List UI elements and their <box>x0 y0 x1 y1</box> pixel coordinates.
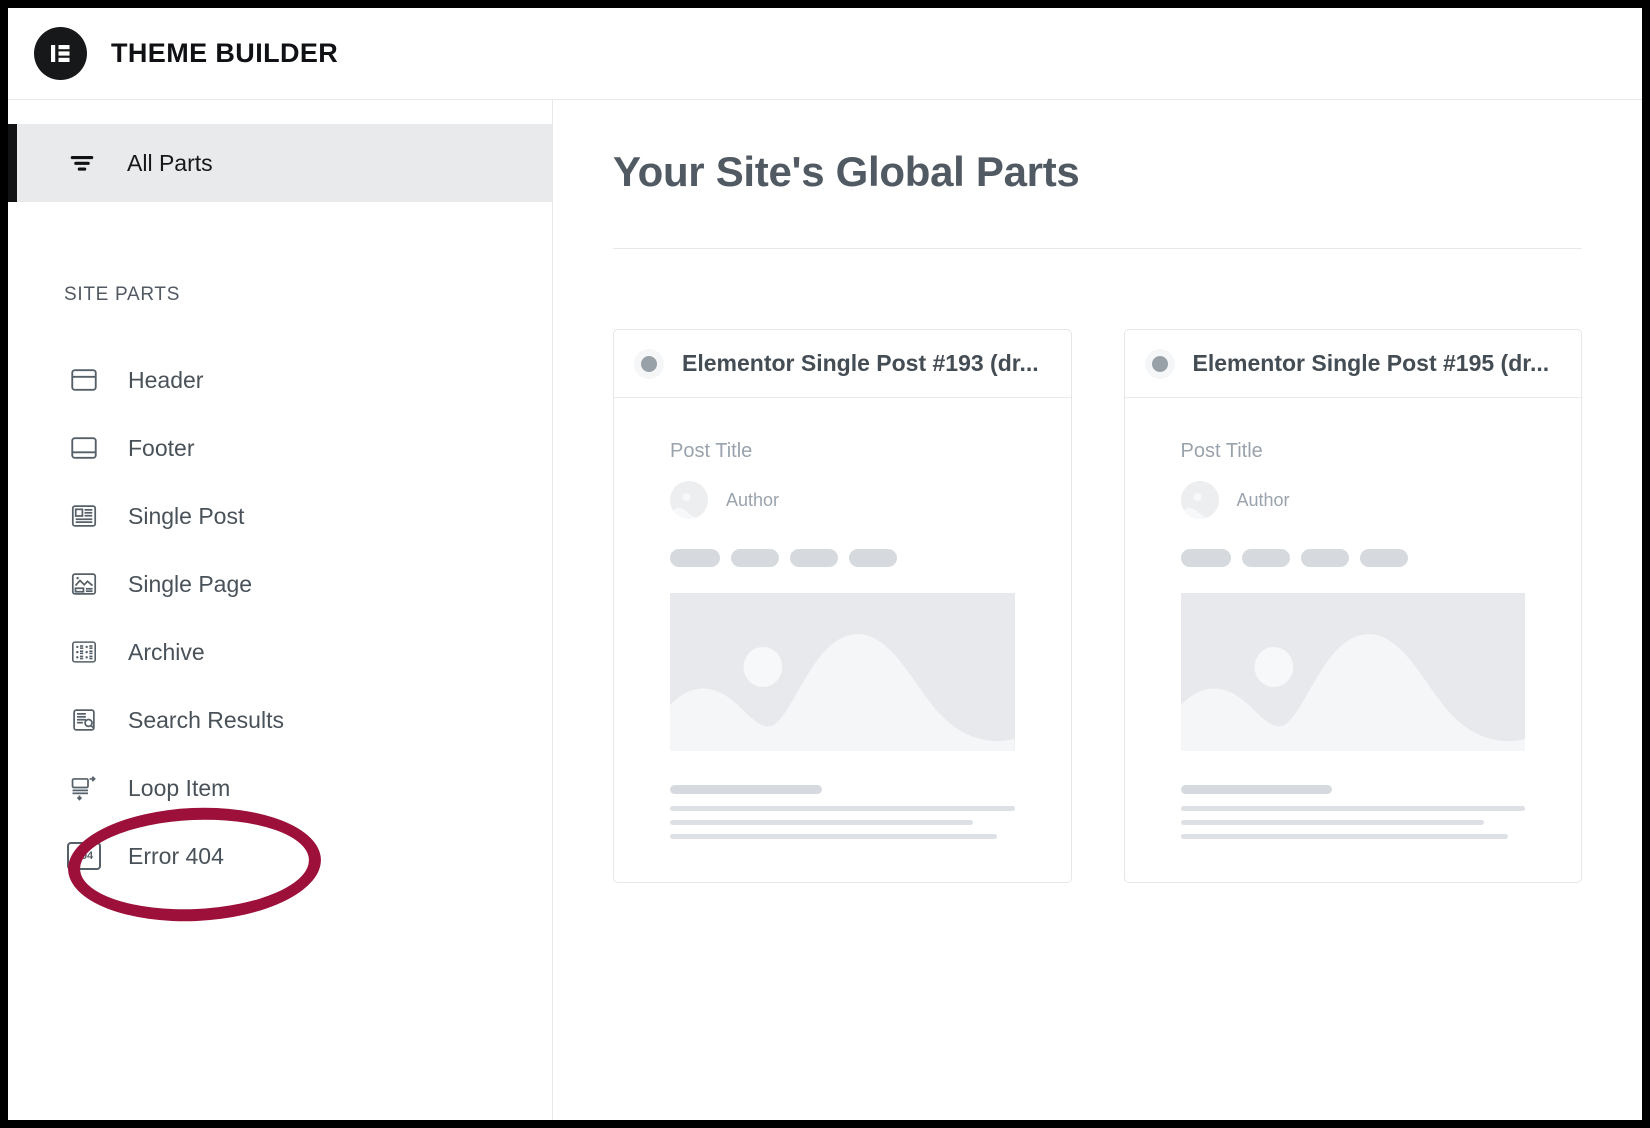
single-post-icon <box>66 498 102 534</box>
page-title: THEME BUILDER <box>111 38 339 68</box>
card-preview: Post Title Author <box>614 398 1071 882</box>
card-header: Elementor Single Post #193 (dr... <box>614 330 1071 398</box>
text-line <box>1180 785 1333 794</box>
single-page-icon <box>66 566 102 602</box>
sidebar-item-archive[interactable]: Archive <box>8 618 552 686</box>
text-line <box>1180 834 1508 839</box>
sidebar-item-label: Single Post <box>128 502 245 529</box>
search-results-icon <box>66 702 102 738</box>
preview-author-name: Author <box>1236 489 1290 510</box>
sidebar-item-search-results[interactable]: Search Results <box>8 686 552 754</box>
header-layout-icon <box>66 362 102 398</box>
sidebar-item-label: Error 404 <box>128 842 224 869</box>
archive-grid-icon <box>66 634 102 670</box>
screen-frame: THEME BUILDER All Parts SITE PARTS Heade… <box>0 0 1650 1128</box>
main-page-title: Your Site's Global Parts <box>613 148 1080 195</box>
elementor-logo-icon <box>34 27 87 80</box>
preview-featured-image <box>1180 593 1525 751</box>
preview-text-lines <box>1180 785 1525 839</box>
sidebar-item-label: Loop Item <box>128 774 231 801</box>
text-line <box>670 834 998 839</box>
sidebar-item-loop-item[interactable]: Loop Item <box>8 754 552 822</box>
meta-chip <box>849 549 897 567</box>
preview-author-row: Author <box>1180 481 1526 519</box>
sidebar-item-label: Single Page <box>128 570 253 597</box>
preview-author-name: Author <box>726 489 780 510</box>
top-bar: THEME BUILDER <box>8 8 1642 100</box>
main-content: Your Site's Global Parts Elementor Singl… <box>553 100 1642 1120</box>
sidebar-item-label: Footer <box>128 434 195 461</box>
template-card[interactable]: Elementor Single Post #195 (dr... Post T… <box>1123 329 1582 883</box>
preview-meta-chips <box>1180 549 1526 567</box>
app-window: THEME BUILDER All Parts SITE PARTS Heade… <box>8 8 1642 1120</box>
sidebar-item-label: Search Results <box>128 706 284 733</box>
card-preview: Post Title Author <box>1125 398 1582 882</box>
preview-post-title: Post Title <box>670 440 753 462</box>
text-line <box>670 806 1015 811</box>
sidebar-item-label: Archive <box>128 638 205 665</box>
sidebar-nav-list: Header Footer Single Post Single Page Ar… <box>8 346 552 890</box>
meta-chip <box>1359 549 1408 567</box>
card-title: Elementor Single Post #195 (dr... <box>1192 350 1550 376</box>
sidebar-item-single-post[interactable]: Single Post <box>8 482 552 550</box>
sidebar-item-all-parts[interactable]: All Parts <box>8 124 552 202</box>
preview-featured-image <box>670 593 1015 751</box>
title-divider <box>613 248 1582 249</box>
body-split: All Parts SITE PARTS Header Footer Singl… <box>8 100 1642 1120</box>
error-404-icon-text: 404 <box>67 842 101 870</box>
template-card[interactable]: Elementor Single Post #193 (dr... Post T… <box>613 329 1072 883</box>
footer-layout-icon <box>66 430 102 466</box>
card-header: Elementor Single Post #195 (dr... <box>1124 330 1581 398</box>
sidebar-item-footer[interactable]: Footer <box>8 414 552 482</box>
preview-meta-chips <box>670 549 1015 567</box>
error-404-icon: 404 <box>66 838 102 874</box>
loop-item-icon <box>66 770 102 806</box>
sidebar-item-label: Header <box>128 366 204 393</box>
meta-chip <box>1300 549 1349 567</box>
draft-status-dot <box>634 348 664 379</box>
meta-chip <box>790 549 838 567</box>
meta-chip <box>1241 549 1290 567</box>
text-line <box>1180 820 1484 825</box>
sidebar-item-single-page[interactable]: Single Page <box>8 550 552 618</box>
avatar <box>670 481 708 519</box>
text-line <box>670 785 822 794</box>
preview-author-row: Author <box>670 481 1015 519</box>
meta-chip <box>1180 549 1231 567</box>
meta-chip <box>670 549 720 567</box>
card-title: Elementor Single Post #193 (dr... <box>682 350 1039 376</box>
sidebar-section-label: SITE PARTS <box>64 284 181 305</box>
draft-status-dot <box>1144 348 1175 379</box>
text-line <box>1180 806 1525 811</box>
avatar <box>1180 481 1219 519</box>
preview-text-lines <box>670 785 1015 839</box>
meta-chip <box>731 549 779 567</box>
cards-grid: Elementor Single Post #193 (dr... Post T… <box>613 329 1582 883</box>
sidebar: All Parts SITE PARTS Header Footer Singl… <box>8 100 553 1120</box>
sidebar-item-error-404[interactable]: 404 Error 404 <box>8 822 552 890</box>
preview-post-title: Post Title <box>1180 440 1263 462</box>
sidebar-item-header[interactable]: Header <box>8 346 552 414</box>
text-line <box>670 820 974 825</box>
filter-icon <box>64 145 100 181</box>
sidebar-item-label: All Parts <box>127 149 213 176</box>
